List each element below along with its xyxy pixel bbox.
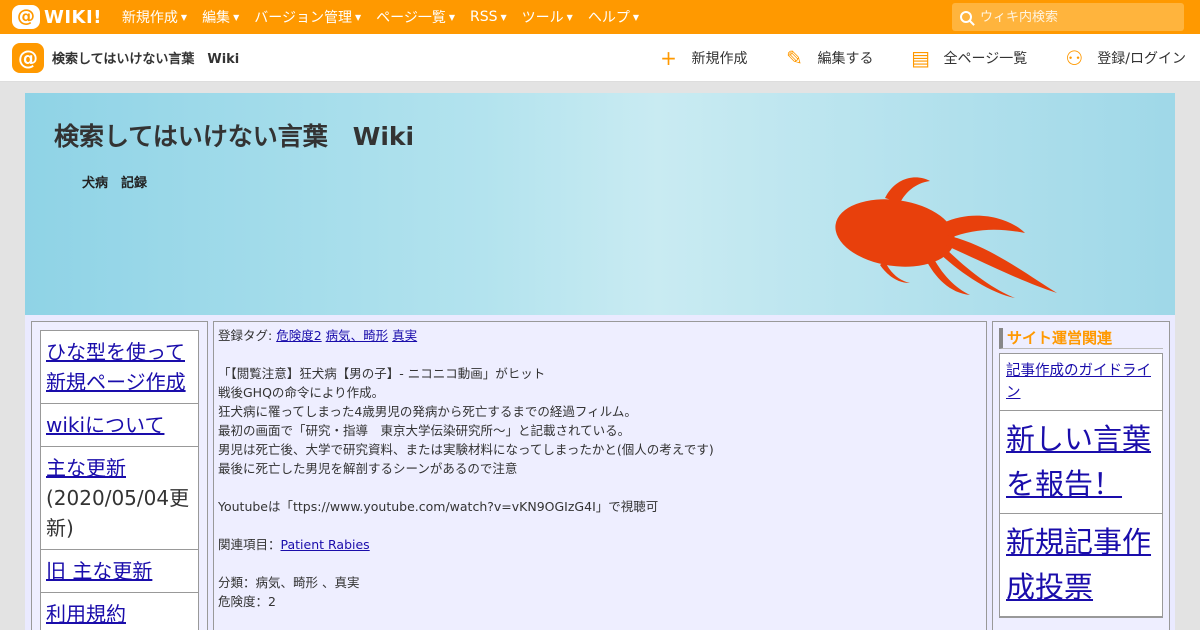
article-body: 登録タグ: 危険度2 病気、畸形 真実 「【閲覧注意】狂犬病【男の子】- ニコニ… — [218, 326, 982, 611]
top-menu: 新規作成 ▼ 編集 ▼ バージョン管理 ▼ ページ一覧 ▼ RSS ▼ ツール ▼ ヘルプ ▼ — [122, 7, 654, 27]
guideline-link[interactable]: 記事作成のガイドライン — [1006, 363, 1151, 401]
wiki-search-box — [952, 3, 1184, 31]
danger-line: 危険度：2 — [218, 594, 276, 609]
new-page-label: 新規作成 — [691, 51, 748, 67]
main-content: 登録タグ: 危険度2 病気、畸形 真実 「【閲覧注意】狂犬病【男の子】- ニコニ… — [213, 321, 987, 630]
site-admin-heading: サイト運営関連 — [999, 328, 1163, 349]
menu-link-main-updates[interactable]: 主な更新 — [46, 456, 126, 480]
wiki-header-bar: @ 検索してはいけない言葉 Wiki + 新規作成 ✎ 編集する ▤ 全ページ一… — [0, 34, 1200, 82]
login-button[interactable]: ⚇ 登録/ログイン — [1063, 48, 1186, 68]
top-menu-help-label: ヘルプ — [587, 10, 630, 26]
left-menu: ひな型を使って新規ページ作成 wikiについて 主な更新 (2020/05/04更… — [40, 330, 199, 630]
pencil-icon: ✎ — [786, 46, 803, 70]
menu-link-template-new-page[interactable]: ひな型を使って新規ページ作成 — [46, 340, 186, 394]
left-menu-item: 旧 主な更新 — [41, 550, 198, 593]
left-menu-item: 利用規約 — [41, 593, 198, 630]
tags-label: 登録タグ: — [218, 328, 277, 343]
new-page-button[interactable]: + 新規作成 — [658, 46, 748, 70]
article-line: 男児は死亡後、大学で研究資料、または実験材料になってしまったかと(個人の考えです… — [218, 442, 714, 457]
top-menu-new[interactable]: 新規作成 ▼ — [122, 7, 187, 27]
right-menu-item: 新しい言葉を報告！ — [1000, 411, 1162, 514]
top-menu-pages[interactable]: ページ一覧 ▼ — [376, 7, 455, 27]
top-navbar: @ WIKI! 新規作成 ▼ 編集 ▼ バージョン管理 ▼ ページ一覧 ▼ RSS ▼ ツ… — [0, 0, 1200, 34]
all-pages-label: 全ページ一覧 — [943, 51, 1028, 67]
content-area: ひな型を使って新規ページ作成 wikiについて 主な更新 (2020/05/04更… — [25, 315, 1175, 630]
edit-page-button[interactable]: ✎ 編集する — [784, 46, 874, 70]
caret-down-icon: ▼ — [632, 12, 639, 22]
logo-wordmark: WIKI! — [44, 6, 102, 28]
at-sign-icon: @ — [12, 5, 40, 29]
left-menu-item: 主な更新 (2020/05/04更新) — [41, 447, 198, 550]
top-menu-rss-label: RSS — [470, 9, 498, 25]
top-menu-pages-label: ページ一覧 — [376, 10, 446, 26]
document-icon: ▤ — [911, 46, 930, 70]
article-line: 狂犬病に罹ってしまった4歳男児の発病から死亡するまでの経過フィルム。 — [218, 404, 637, 419]
article-line: 戦後GHQの命令により作成。 — [218, 385, 385, 400]
youtube-line: Youtubeは「ttps://www.youtube.com/watch?v=… — [218, 499, 659, 514]
page-actions: + 新規作成 ✎ 編集する ▤ 全ページ一覧 ⚇ 登録/ログイン — [622, 34, 1186, 82]
page-subtitle: 犬病 記録 — [82, 176, 148, 191]
category-line: 分類：病気、畸形 、真実 — [218, 575, 360, 590]
tag-link[interactable]: 危険度2 — [276, 328, 321, 343]
right-menu-item: 新規記事作成投票 — [1000, 514, 1162, 617]
menu-link-about-wiki[interactable]: wikiについて — [46, 413, 164, 437]
right-menu: 記事作成のガイドライン 新しい言葉を報告！ 新規記事作成投票 — [999, 353, 1163, 618]
caret-down-icon: ▼ — [180, 12, 188, 22]
right-menu-item: 記事作成のガイドライン — [1000, 354, 1162, 411]
new-article-vote-link[interactable]: 新規記事作成投票 — [1006, 525, 1151, 604]
top-menu-version-label: バージョン管理 — [254, 10, 352, 26]
page-title[interactable]: 検索してはいけない言葉 Wiki — [54, 117, 414, 153]
menu-link-old-updates[interactable]: 旧 主な更新 — [46, 559, 152, 583]
caret-down-icon: ▼ — [233, 12, 240, 22]
edit-page-label: 編集する — [817, 51, 874, 67]
right-sidebar: サイト運営関連 記事作成のガイドライン 新しい言葉を報告！ 新規記事作成投票 — [992, 321, 1170, 630]
login-label: 登録/ログイン — [1097, 51, 1186, 67]
top-menu-version[interactable]: バージョン管理 ▼ — [254, 7, 361, 27]
left-sidebar: ひな型を使って新規ページ作成 wikiについて 主な更新 (2020/05/04更… — [31, 321, 208, 630]
caret-down-icon: ▼ — [448, 12, 455, 22]
related-line: 関連項目：Patient Rabies — [218, 535, 982, 554]
goldfish-illustration — [835, 177, 1057, 298]
wiki-name-link[interactable]: 検索してはいけない言葉 Wiki — [52, 48, 239, 67]
article-line: 「【閲覧注意】狂犬病【男の子】- ニコニコ動画」がヒット — [218, 366, 546, 381]
top-menu-edit[interactable]: 編集 ▼ — [202, 7, 239, 27]
top-menu-new-label: 新規作成 — [121, 10, 178, 26]
caret-down-icon: ▼ — [500, 12, 507, 22]
search-input[interactable] — [980, 9, 1170, 25]
menu-link-terms[interactable]: 利用規約 — [46, 602, 126, 626]
related-label: 関連項目： — [218, 537, 281, 552]
article-line: 最初の画面で「研究・指導 東京大学伝染研究所～」と記載されている。 — [218, 423, 631, 438]
top-menu-tools[interactable]: ツール ▼ — [522, 7, 573, 27]
left-menu-item: wikiについて — [41, 404, 198, 447]
article-line: 最後に死亡した男児を解剖するシーンがあるので注意 — [218, 461, 518, 476]
tag-link[interactable]: 病気、畸形 — [326, 328, 389, 343]
wiki-banner: 検索してはいけない言葉 Wiki 犬病 記録 — [25, 93, 1175, 315]
top-menu-tools-label: ツール — [521, 10, 564, 26]
caret-down-icon: ▼ — [566, 12, 573, 22]
search-icon[interactable] — [960, 11, 972, 23]
wiki-logo-icon[interactable]: @ — [12, 42, 44, 73]
related-link[interactable]: Patient Rabies — [281, 537, 370, 552]
tags-line: 登録タグ: 危険度2 病気、畸形 真実 — [218, 326, 982, 345]
atwiki-logo[interactable]: @ WIKI! — [12, 0, 102, 34]
updates-date-note: (2020/05/04更新) — [46, 486, 190, 540]
tag-link[interactable]: 真実 — [392, 328, 417, 343]
top-menu-edit-label: 編集 — [202, 10, 231, 26]
top-menu-help[interactable]: ヘルプ ▼ — [588, 7, 639, 27]
add-user-icon: ⚇ — [1065, 46, 1084, 70]
top-menu-rss[interactable]: RSS ▼ — [470, 7, 507, 27]
left-menu-item: ひな型を使って新規ページ作成 — [41, 331, 198, 404]
logo-at-glyph: @ — [17, 6, 35, 27]
all-pages-button[interactable]: ▤ 全ページ一覧 — [910, 46, 1028, 70]
report-new-word-link[interactable]: 新しい言葉を報告！ — [1006, 422, 1151, 501]
plus-icon: + — [660, 46, 677, 70]
mini-logo-at-glyph: @ — [18, 45, 38, 70]
caret-down-icon: ▼ — [354, 12, 362, 22]
